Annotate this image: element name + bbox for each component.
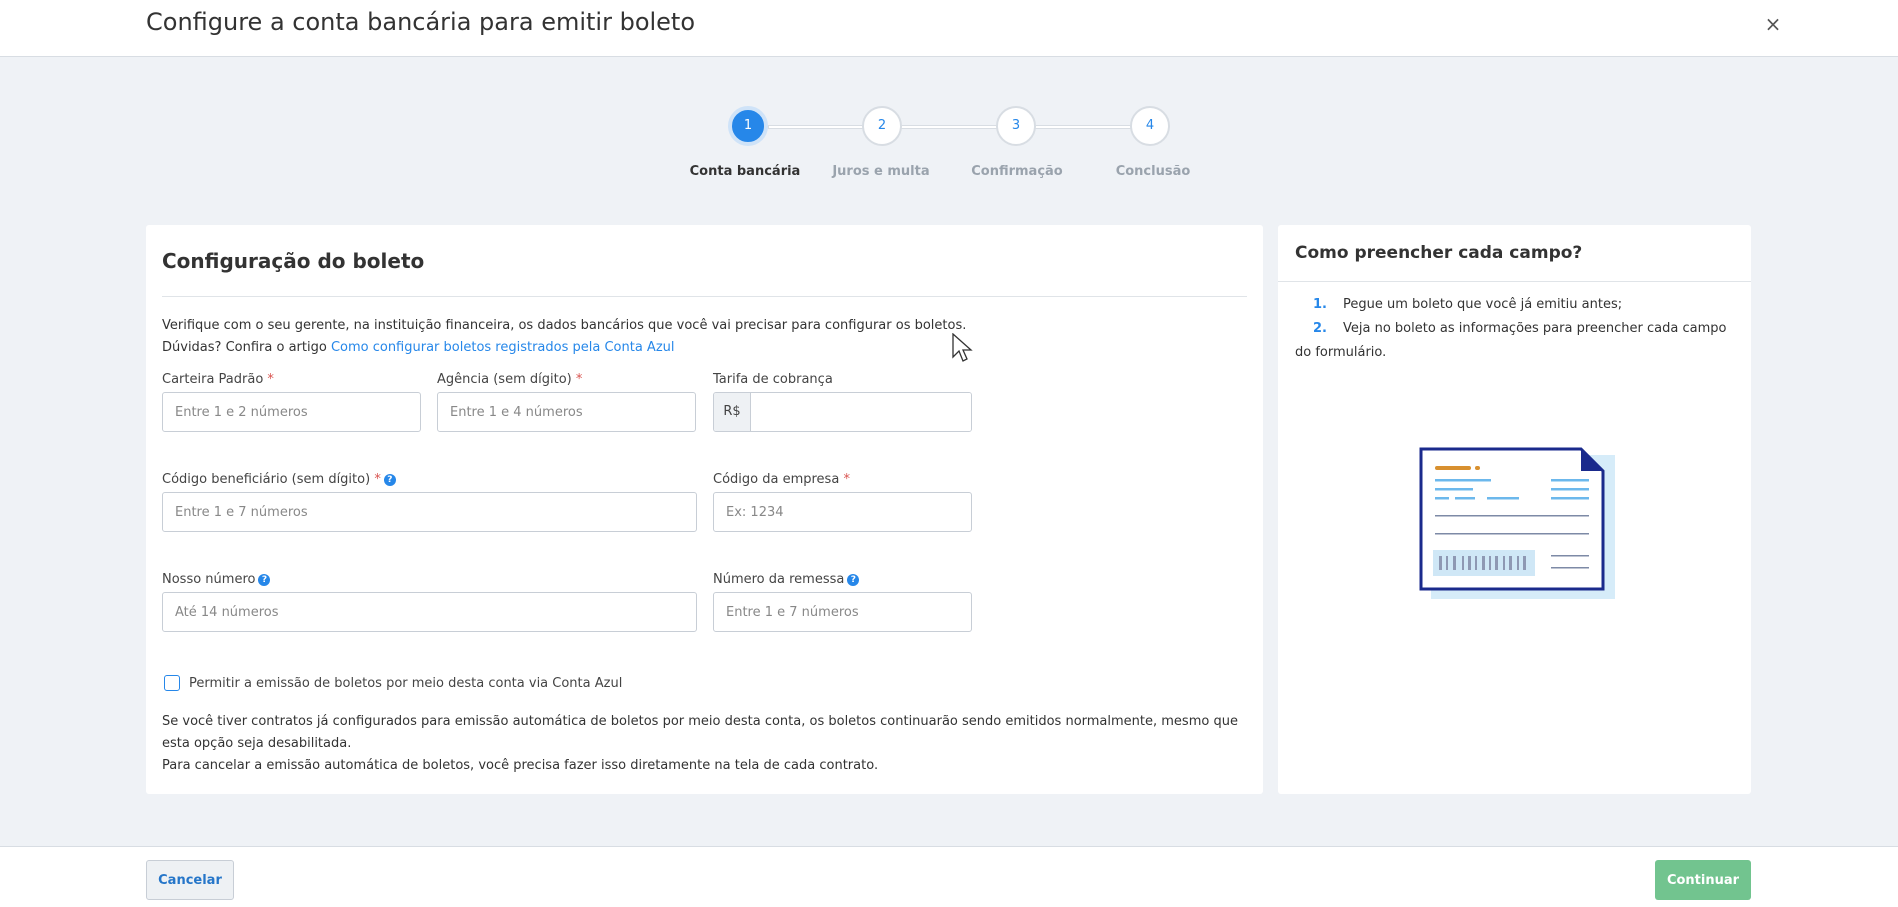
list-item: 2. Veja no boleto as informações para pre… [1295,321,1727,360]
intro-text: Verifique com o seu gerente, na institui… [162,315,1162,359]
remessa-input[interactable] [713,592,972,632]
help-panel-title: Como preencher cada campo? [1295,243,1583,263]
emission-note: Se você tiver contratos já configurados … [162,711,1252,777]
note-line-1: Se você tiver contratos já configurados … [162,714,1238,751]
step-2-circle: 2 [862,106,902,146]
question-icon[interactable]: ? [258,573,271,586]
page-title: Configure a conta bancária para emitir b… [146,8,696,36]
step-1-circle: 1 [728,106,768,146]
carteira-input[interactable] [162,392,421,432]
beneficiario-input[interactable] [162,492,697,532]
permit-emission-row: Permitir a emissão de boletos por meio d… [164,675,622,691]
step-3-circle: 3 [996,106,1036,146]
permit-emission-label[interactable]: Permitir a emissão de boletos por meio d… [189,676,622,691]
remessa-field: Número da remessa? [713,570,972,632]
stepper-line [768,125,1132,129]
nosso-numero-field: Nosso número? [162,570,697,632]
required-mark: * [575,372,583,387]
boleto-illustration [1419,447,1615,599]
agencia-field: Agência (sem dígito) * [437,370,696,432]
remessa-label: Número da remessa? [713,570,972,590]
cancel-button[interactable]: Cancelar [146,860,234,900]
modal-header: Configure a conta bancária para emitir b… [0,0,1898,57]
continue-button[interactable]: Continuar [1655,860,1751,900]
help-article-link[interactable]: Como configurar boletos registrados pela… [331,340,675,355]
tarifa-label: Tarifa de cobrança [713,372,833,387]
tarifa-input-group: R$ [713,392,972,432]
close-icon[interactable]: × [1761,13,1785,37]
note-line-2: Para cancelar a emissão automática de bo… [162,758,879,773]
nosso-numero-input[interactable] [162,592,697,632]
intro-line-1: Verifique com o seu gerente, na institui… [162,318,967,333]
modal-footer: Cancelar Continuar [0,846,1898,907]
required-mark: * [843,472,850,487]
divider [162,296,1247,297]
empresa-input[interactable] [713,492,972,532]
list-item: 1. Pegue um boleto que você já emitiu ant… [1313,297,1623,312]
question-icon[interactable]: ? [847,573,860,586]
required-mark: * [374,472,381,487]
permit-emission-checkbox[interactable] [164,675,180,691]
currency-prefix: R$ [714,393,751,431]
form-title: Configuração do boleto [162,249,425,273]
empresa-label: Código da empresa * [713,472,850,487]
divider [1278,281,1751,282]
tarifa-input[interactable] [751,393,971,431]
tarifa-field: Tarifa de cobrança R$ [713,370,972,432]
agencia-label: Agência (sem dígito) * [437,372,583,387]
intro-line-2: Dúvidas? Confira o artigo Como configura… [162,337,1162,359]
help-steps-list: 1. Pegue um boleto que você já emitiu ant… [1295,293,1735,365]
stepper: 1 2 3 4 Conta bancária Juros e multa Con… [0,106,1898,186]
required-mark: * [267,372,274,387]
nosso-numero-label: Nosso número? [162,570,697,590]
carteira-label: Carteira Padrão * [162,372,274,387]
help-panel: Como preencher cada campo? 1. Pegue um bo… [1278,225,1751,794]
empresa-field: Código da empresa * [713,470,972,532]
cursor-icon [952,333,973,362]
carteira-field: Carteira Padrão * [162,370,421,432]
step-4-label: Conclusão [1115,164,1191,179]
agencia-input[interactable] [437,392,696,432]
beneficiario-label: Código beneficiário (sem dígito) *? [162,470,697,490]
question-icon[interactable]: ? [383,473,396,486]
beneficiario-field: Código beneficiário (sem dígito) *? [162,470,697,532]
step-4-circle: 4 [1130,106,1170,146]
boleto-config-card: Configuração do boleto Verifique com o s… [146,225,1263,794]
intro-prefix: Dúvidas? Confira o artigo [162,340,331,355]
